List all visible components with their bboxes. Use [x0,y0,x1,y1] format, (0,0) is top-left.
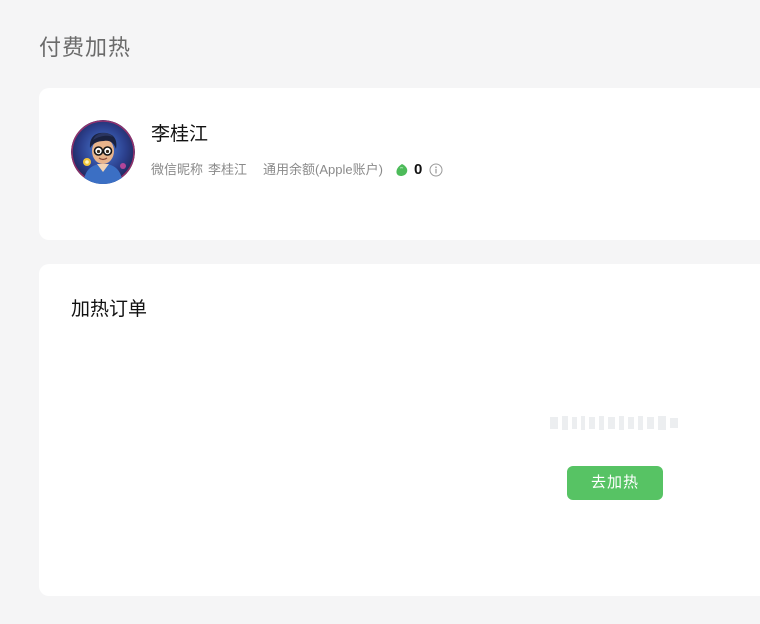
orders-title: 加热订单 [71,299,148,320]
go-heat-button[interactable]: 去加热 [567,466,663,500]
avatar-image [71,120,135,184]
empty-state-illustration [550,414,680,432]
green-coin-icon [395,163,409,177]
balance-label: 通用余额(Apple账户) [263,162,383,177]
avatar[interactable] [71,120,135,184]
info-circle-icon[interactable] [429,163,443,177]
wechat-nickname-label: 微信昵称 [151,162,204,177]
wechat-nickname-value: 李桂江 [208,162,248,177]
page-title: 付费加热 [39,35,132,60]
account-meta-row: 微信昵称 李桂江 通用余额(Apple账户) 0 [151,160,443,180]
profile-card: 李桂江 微信昵称 李桂江 通用余额(Apple账户) 0 [39,88,760,240]
orders-card: 加热订单 去加热 [39,264,760,596]
balance-value: 0 [413,161,423,178]
user-name: 李桂江 [151,124,209,145]
